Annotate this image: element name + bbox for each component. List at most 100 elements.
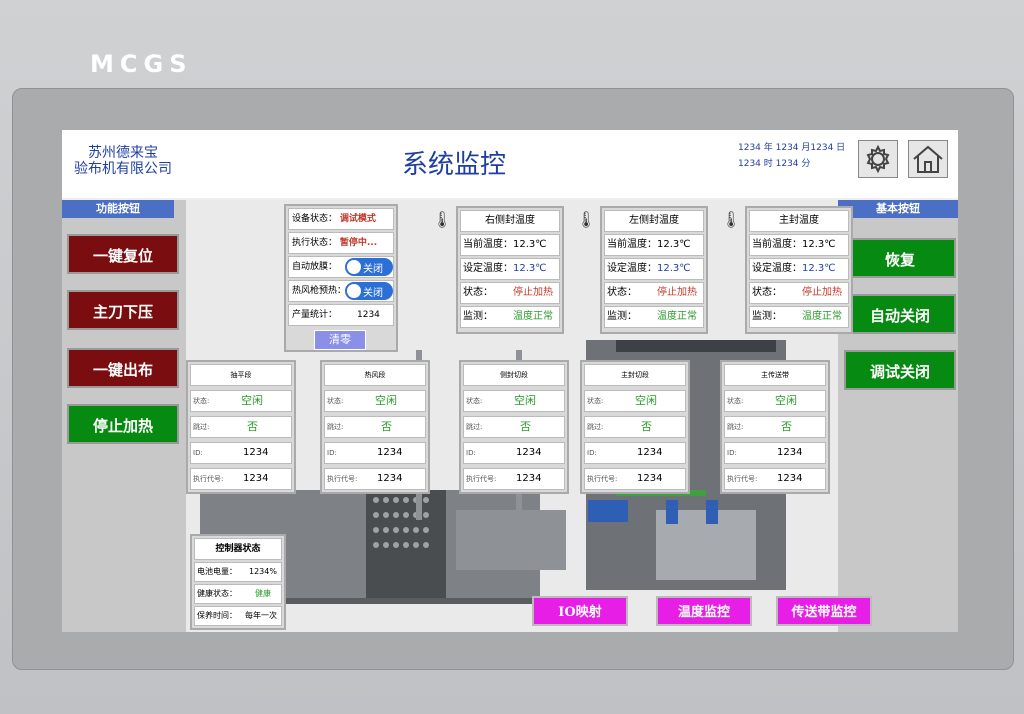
- maint-value: 每年一次: [245, 611, 277, 620]
- station-skip-value: 否: [641, 420, 652, 433]
- date-text: 1234 年 1234 月1234 日: [738, 143, 846, 153]
- station-skip-row: 跳过: 否: [324, 416, 426, 438]
- right-sidebar: 基本按钮 恢复 自动关闭 调试关闭: [838, 200, 958, 632]
- thermometer-icon: 🌡: [576, 210, 597, 229]
- station-code-value: 1234: [777, 473, 803, 484]
- station-title: 侧封切段: [463, 364, 565, 386]
- station-code-label: 执行代号:: [466, 475, 497, 483]
- station-id-label: ID:: [587, 449, 597, 457]
- station-skip-value: 否: [781, 420, 792, 433]
- device-status-row: 设备状态： 调试模式: [288, 208, 394, 230]
- station-id-label: ID:: [727, 449, 737, 457]
- company-name: 苏州德来宝 验布机有限公司: [74, 145, 172, 177]
- controller-title: 控制器状态: [194, 538, 282, 560]
- battery-value: 1234%: [249, 567, 277, 576]
- conveyor-monitor-button[interactable]: 传送带监控: [776, 596, 872, 626]
- state-row: 状态： 停止加热: [604, 282, 704, 304]
- output-value: 1234: [357, 310, 380, 320]
- station-code-value: 1234: [516, 473, 542, 484]
- panel-title: 左侧封温度: [604, 210, 704, 232]
- io-mapping-button[interactable]: IO映射: [532, 596, 628, 626]
- monitor-row: 监测： 温度正常: [749, 306, 849, 328]
- station-skip-label: 跳过:: [466, 423, 483, 431]
- station-state-row: 状态: 空闲: [584, 390, 686, 412]
- station-id-label: ID:: [327, 449, 337, 457]
- output-label: 产量统计：: [292, 310, 338, 320]
- hot-air-row: 热风枪预热： 关闭: [288, 280, 394, 302]
- datetime: 1234 年 1234 月1234 日 1234 时 1234 分: [738, 140, 845, 172]
- auto-off-button[interactable]: 自动关闭: [844, 294, 956, 334]
- exec-status-row: 执行状态： 暂停中...: [288, 232, 394, 254]
- maint-label: 保养时间：: [197, 611, 237, 620]
- station-state-row: 状态: 空闲: [463, 390, 565, 412]
- state-label: 状态：: [463, 287, 493, 298]
- station-id-row: ID: 1234: [584, 442, 686, 464]
- current-temp-row: 当前温度：12.3℃: [749, 234, 849, 256]
- restore-button[interactable]: 恢复: [844, 238, 956, 278]
- current-temp-value: 12.3℃: [802, 239, 836, 250]
- station-panel-main-seal: 主封切段 状态: 空闲 跳过: 否 ID: 1234 执行代号: 1234: [580, 360, 690, 494]
- battery-label: 电池电量：: [197, 567, 237, 576]
- monitor-value: 温度正常: [802, 311, 842, 322]
- debug-off-button[interactable]: 调试关闭: [844, 350, 956, 390]
- station-skip-value: 否: [247, 420, 258, 433]
- set-temp-value[interactable]: 12.3℃: [657, 263, 691, 274]
- monitor-label: 监测：: [607, 311, 637, 322]
- temperature-monitor-button[interactable]: 温度监控: [656, 596, 752, 626]
- main-seal-temp-panel: 主封温度 当前温度：12.3℃ 设定温度：12.3℃ 状态： 停止加热 监测： 温度…: [745, 206, 853, 334]
- left-seal-temp-panel: 左侧封温度 当前温度：12.3℃ 设定温度：12.3℃ 状态： 停止加热 监测：温…: [600, 206, 708, 334]
- thermometer-icon: 🌡: [432, 210, 453, 229]
- stop-heating-button[interactable]: 停止加热: [67, 404, 179, 444]
- station-state-value: 空闲: [375, 394, 397, 407]
- station-code-row: 执行代号: 1234: [190, 468, 292, 490]
- auto-film-toggle[interactable]: 关闭: [345, 258, 393, 276]
- thermometer-icon: 🌡: [721, 210, 742, 229]
- station-code-row: 执行代号: 1234: [324, 468, 426, 490]
- monitor-value: 温度正常: [513, 311, 553, 322]
- station-id-value: 1234: [637, 447, 663, 458]
- monitor-value: 温度正常: [657, 311, 697, 322]
- left-sidebar: 功能按钮 一键复位 主刀下压 一键出布 停止加热: [62, 200, 186, 632]
- clear-button[interactable]: 清零: [314, 330, 366, 350]
- state-value: 停止加热: [513, 287, 553, 298]
- hot-air-toggle[interactable]: 关闭: [345, 282, 393, 300]
- station-id-row: ID: 1234: [324, 442, 426, 464]
- home-button[interactable]: [908, 140, 948, 178]
- output-row: 产量统计： 1234: [288, 304, 394, 326]
- panel-title: 主封温度: [749, 210, 849, 232]
- hot-air-toggle-label: 关闭: [363, 288, 383, 299]
- set-temp-value[interactable]: 12.3℃: [513, 263, 547, 274]
- station-state-value: 空闲: [635, 394, 657, 407]
- station-title: 抽平段: [190, 364, 292, 386]
- set-temp-label: 设定温度：: [463, 263, 513, 274]
- health-value: 健康: [255, 589, 271, 598]
- state-label: 状态：: [752, 287, 782, 298]
- main-blade-press-button[interactable]: 主刀下压: [67, 290, 179, 330]
- station-id-value: 1234: [377, 447, 403, 458]
- brand-logo: MCGS: [90, 50, 193, 78]
- hot-air-label: 热风枪预热：: [292, 286, 347, 296]
- health-row: 健康状态： 健康: [194, 584, 282, 604]
- station-state-value: 空闲: [514, 394, 536, 407]
- station-id-label: ID:: [466, 449, 476, 457]
- station-state-row: 状态: 空闲: [724, 390, 826, 412]
- station-code-label: 执行代号:: [587, 475, 618, 483]
- station-id-row: ID: 1234: [463, 442, 565, 464]
- set-temp-value[interactable]: 12.3℃: [802, 263, 836, 274]
- monitor-label: 监测：: [752, 311, 782, 322]
- station-title: 热风段: [324, 364, 426, 386]
- station-title: 主封切段: [584, 364, 686, 386]
- station-id-value: 1234: [777, 447, 803, 458]
- current-temp-label: 当前温度：: [607, 239, 657, 250]
- left-sidebar-title: 功能按钮: [62, 200, 174, 218]
- company-line-1: 苏州德来宝: [88, 145, 158, 161]
- station-skip-label: 跳过:: [193, 423, 210, 431]
- station-id-value: 1234: [243, 447, 269, 458]
- auto-film-label: 自动放膜：: [292, 262, 338, 272]
- settings-button[interactable]: [858, 140, 898, 178]
- station-code-row: 执行代号: 1234: [724, 468, 826, 490]
- fabric-out-button[interactable]: 一键出布: [67, 348, 179, 388]
- reset-button[interactable]: 一键复位: [67, 234, 179, 274]
- current-temp-label: 当前温度：: [752, 239, 802, 250]
- auto-film-toggle-label: 关闭: [363, 264, 383, 275]
